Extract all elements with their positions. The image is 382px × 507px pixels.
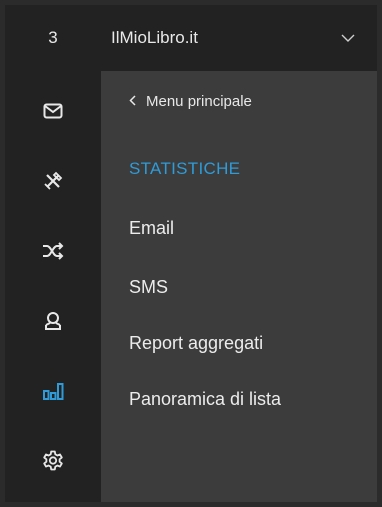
section-title: STATISTICHE (129, 159, 241, 178)
menu-item-email[interactable]: Email (129, 218, 174, 239)
bar-chart-icon[interactable] (5, 369, 101, 413)
tools-icon[interactable] (5, 159, 101, 203)
icon-rail (5, 71, 101, 502)
menu-item-panoramica-di-lista[interactable]: Panoramica di lista (129, 389, 281, 410)
menu-item-report-aggregati[interactable]: Report aggregati (129, 333, 263, 354)
app-window: 3 IlMioLibro.it Menu principale STATISTI… (5, 5, 377, 502)
back-label: Menu principale (146, 93, 252, 110)
shuffle-icon[interactable] (5, 229, 101, 273)
account-name[interactable]: IlMioLibro.it (101, 28, 319, 48)
back-to-main-menu-link[interactable]: Menu principale (129, 93, 252, 110)
chevron-left-icon (129, 93, 136, 110)
account-number: 3 (48, 28, 58, 47)
statistics-submenu: Menu principale STATISTICHE Email SMS Re… (101, 71, 377, 502)
user-icon[interactable] (5, 299, 101, 343)
gear-icon[interactable] (5, 439, 101, 483)
chevron-down-icon[interactable] (319, 34, 377, 42)
menu-item-sms[interactable]: SMS (129, 277, 168, 298)
account-switcher[interactable]: 3 IlMioLibro.it (5, 5, 377, 71)
mail-icon[interactable] (5, 89, 101, 133)
